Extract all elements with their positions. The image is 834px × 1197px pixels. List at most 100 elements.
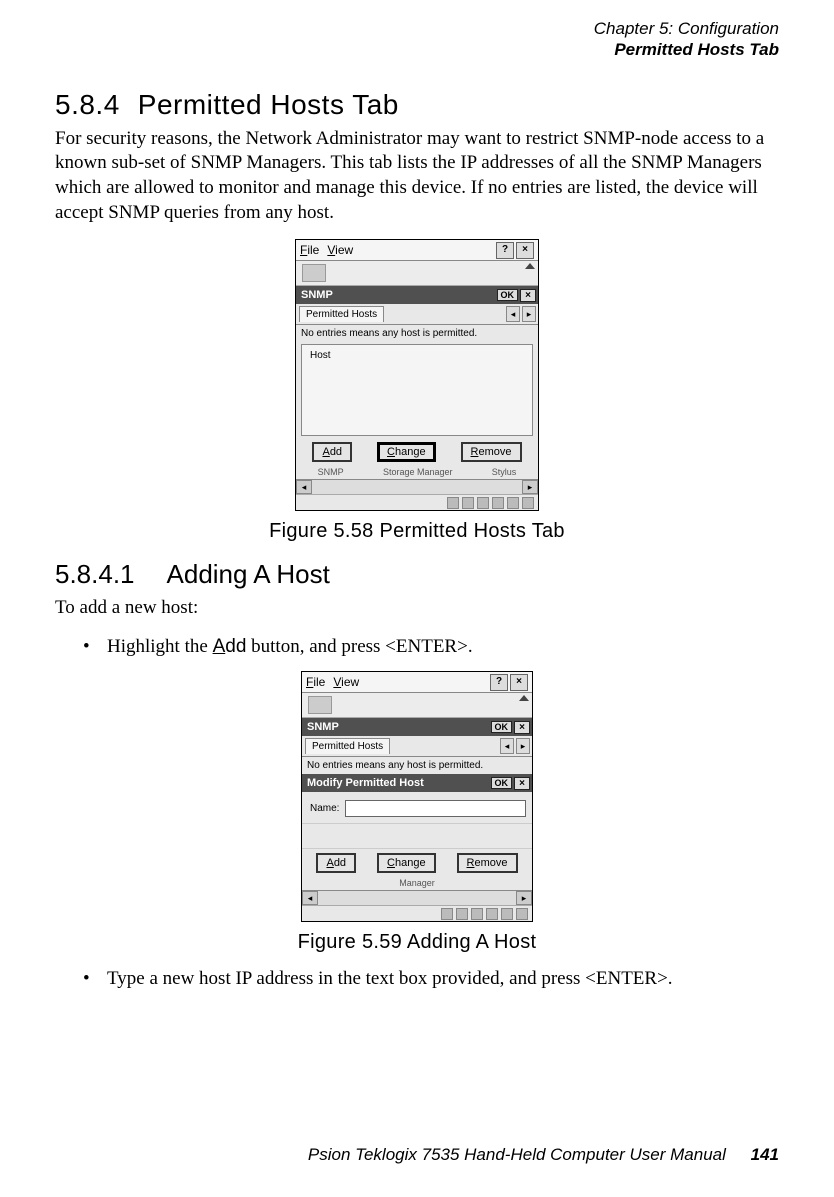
figure-caption: Figure 5.59 Adding A Host [55, 931, 779, 954]
status-icon [447, 497, 459, 509]
section-number: 5.8.4 [55, 89, 120, 120]
status-icon [501, 908, 513, 920]
figure-59: File View ? × SNMP OK × Permitted Hosts … [55, 671, 779, 954]
tab-strip: Permitted Hosts ◂ ▸ [296, 304, 538, 325]
hscrollbar[interactable]: ◂ ▸ [302, 890, 532, 905]
dialog-close-icon[interactable]: × [514, 777, 530, 790]
menu-view[interactable]: View [327, 243, 353, 257]
bullet-2: • Type a new host IP address in the text… [83, 966, 779, 993]
status-icon [522, 497, 534, 509]
section-paragraph: For security reasons, the Network Admini… [55, 127, 779, 226]
host-group-label: Host [307, 350, 334, 361]
dialog-title-snmp: SNMP OK × [302, 718, 532, 736]
status-icon [507, 497, 519, 509]
tab-nav-right-icon[interactable]: ▸ [516, 738, 530, 754]
bg-icons-row: Manager [302, 878, 532, 890]
name-input[interactable] [345, 800, 526, 817]
hscrollbar[interactable]: ◂ ▸ [296, 479, 538, 494]
footer-text: Psion Teklogix 7535 Hand-Held Computer U… [308, 1145, 726, 1164]
bg-icon-stylus: Stylus [492, 467, 517, 477]
help-icon[interactable]: ? [490, 674, 508, 691]
menu-file[interactable]: File [300, 243, 319, 257]
dialog-close-icon[interactable]: × [514, 721, 530, 734]
hscroll-left-icon[interactable]: ◂ [302, 891, 318, 905]
name-row: Name: [302, 792, 532, 823]
ok-button[interactable]: OK [491, 777, 513, 789]
remove-button[interactable]: Remove [457, 853, 518, 873]
figure-58: File View ? × SNMP OK × Permitted Hosts … [55, 239, 779, 543]
hint-text: No entries means any host is permitted. [302, 757, 532, 774]
dialog-title-snmp: SNMP OK × [296, 286, 538, 304]
status-icon [471, 908, 483, 920]
bg-icon-storage: Storage Manager [383, 467, 453, 477]
menu-file[interactable]: File [306, 675, 325, 689]
bullet-1-post: button, and press <ENTER>. [246, 636, 472, 657]
page-footer: Psion Teklogix 7535 Hand-Held Computer U… [308, 1145, 779, 1165]
tab-permitted-hosts[interactable]: Permitted Hosts [305, 738, 390, 754]
close-icon[interactable]: × [516, 242, 534, 259]
change-button[interactable]: Change [377, 853, 436, 873]
statusbar [296, 494, 538, 510]
bullet-icon: • [83, 966, 107, 993]
spacer [302, 823, 532, 849]
menubar: File View ? × [302, 672, 532, 693]
dialog-title-text: SNMP [307, 721, 339, 733]
hscroll-right-icon[interactable]: ▸ [522, 480, 538, 494]
add-inline: Add [213, 636, 247, 657]
tab-permitted-hosts[interactable]: Permitted Hosts [299, 306, 384, 322]
status-icon [492, 497, 504, 509]
dialog-title-modify: Modify Permitted Host OK × [302, 774, 532, 792]
status-icon [462, 497, 474, 509]
subsection-title: Adding A Host [167, 559, 330, 589]
header-section: Permitted Hosts Tab [55, 39, 779, 60]
toolbar [302, 693, 532, 718]
bullet-2-text: Type a new host IP address in the text b… [107, 966, 673, 993]
hint-text: No entries means any host is permitted. [296, 325, 538, 342]
status-icon [477, 497, 489, 509]
scroll-up-icon[interactable] [525, 263, 535, 269]
dialog-title-text: SNMP [301, 289, 333, 301]
name-label: Name: [310, 803, 339, 814]
bullet-1: • Highlight the Add button, and press <E… [83, 634, 779, 661]
subsection-heading: 5.8.4.1 Adding A Host [55, 559, 779, 590]
host-group: Host [301, 344, 533, 436]
status-icon [516, 908, 528, 920]
tab-nav-right-icon[interactable]: ▸ [522, 306, 536, 322]
bullet-1-pre: Highlight the [107, 636, 213, 657]
status-icon [441, 908, 453, 920]
close-icon[interactable]: × [510, 674, 528, 691]
tab-nav-left-icon[interactable]: ◂ [500, 738, 514, 754]
bullet-icon: • [83, 634, 107, 661]
subsection-number: 5.8.4.1 [55, 559, 135, 589]
toolbar [296, 261, 538, 286]
change-button[interactable]: Change [377, 442, 436, 462]
scroll-up-icon[interactable] [519, 695, 529, 701]
screenshot-window-a: File View ? × SNMP OK × Permitted Hosts … [295, 239, 539, 511]
ok-button[interactable]: OK [497, 289, 519, 301]
section-heading: 5.8.4 Permitted Hosts Tab [55, 89, 779, 121]
hscroll-right-icon[interactable]: ▸ [516, 891, 532, 905]
section-title: Permitted Hosts Tab [138, 89, 399, 120]
menu-view[interactable]: View [333, 675, 359, 689]
status-icon [456, 908, 468, 920]
intro-line: To add a new host: [55, 596, 779, 621]
figure-caption: Figure 5.58 Permitted Hosts Tab [55, 520, 779, 543]
statusbar [302, 905, 532, 921]
add-button[interactable]: Add [312, 442, 352, 462]
ok-button[interactable]: OK [491, 721, 513, 733]
page-header: Chapter 5: Configuration Permitted Hosts… [55, 18, 779, 61]
tab-strip: Permitted Hosts ◂ ▸ [302, 736, 532, 757]
add-button[interactable]: Add [316, 853, 356, 873]
dialog-title-text: Modify Permitted Host [307, 777, 424, 789]
remove-button[interactable]: Remove [461, 442, 522, 462]
status-icon [486, 908, 498, 920]
tab-nav-left-icon[interactable]: ◂ [506, 306, 520, 322]
hscroll-left-icon[interactable]: ◂ [296, 480, 312, 494]
menubar: File View ? × [296, 240, 538, 261]
dialog-close-icon[interactable]: × [520, 289, 536, 302]
bg-icons-row: SNMP Storage Manager Stylus [296, 467, 538, 479]
button-row: Add Change Remove [296, 438, 538, 467]
bg-icon-snmp: SNMP [318, 467, 344, 477]
help-icon[interactable]: ? [496, 242, 514, 259]
button-row: Add Change Remove [302, 849, 532, 878]
